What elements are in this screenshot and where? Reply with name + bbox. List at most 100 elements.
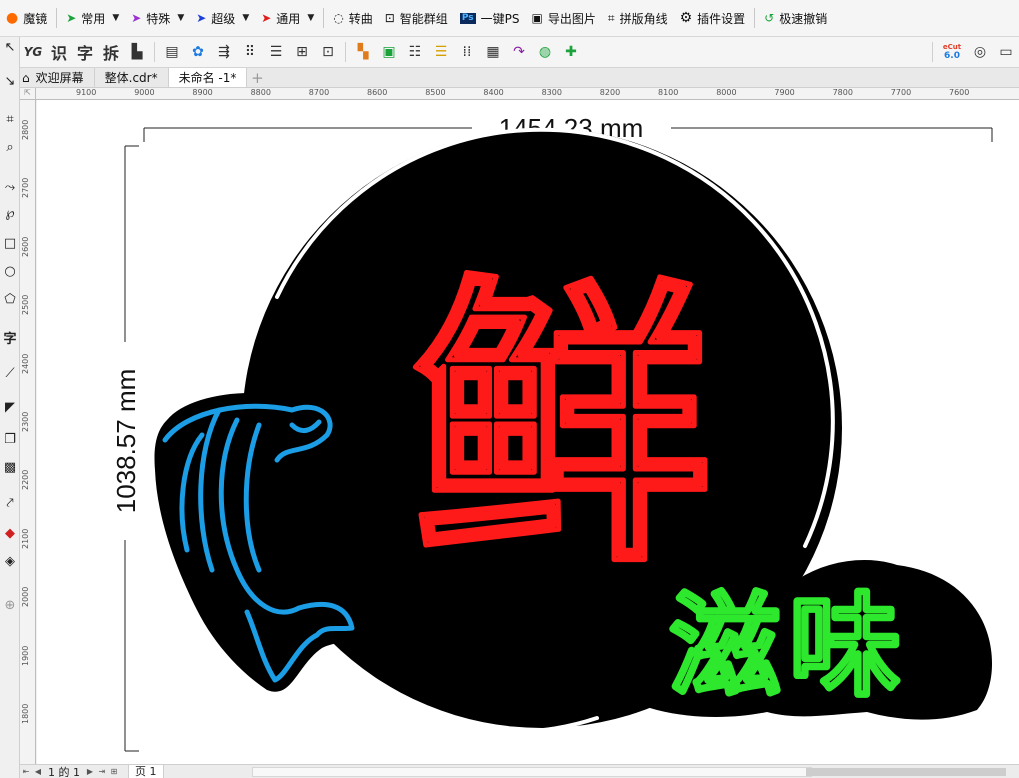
ecut-badge-icon[interactable]: eCut 6.0 <box>939 41 965 63</box>
crop-tool-icon[interactable]: ⌗ <box>0 109 20 129</box>
blend-icon[interactable]: ↷ <box>508 41 530 63</box>
home-icon: ⌂ <box>22 70 30 85</box>
menu-mojing[interactable]: ● 魔镜 <box>0 0 53 36</box>
image-tool-icon[interactable]: ▣ <box>378 41 400 63</box>
ruler-tick-label: 2100 <box>21 528 30 549</box>
pattern-icon[interactable]: ▦ <box>482 41 504 63</box>
ruler-tick-label: 7900 <box>774 88 795 97</box>
zoom-tool-icon[interactable]: ⌕ <box>0 137 20 157</box>
first-page-icon[interactable]: ⇤ <box>20 767 32 776</box>
ruler-corner[interactable]: ⇱ <box>20 88 36 100</box>
menu-label: 导出图片 <box>547 11 596 26</box>
shape-tool-icon[interactable]: ↘ <box>0 71 20 91</box>
text-align-icon[interactable]: ☷ <box>404 41 426 63</box>
polygon-tool-icon[interactable]: ⬠ <box>0 289 20 309</box>
neon-main-character[interactable]: 鲜 <box>410 250 715 604</box>
window-icon[interactable]: ▭ <box>995 41 1017 63</box>
weld-icon[interactable]: ✿ <box>187 41 209 63</box>
tab-welcome[interactable]: ⌂ 欢迎屏幕 <box>18 68 95 87</box>
freehand-tool-icon[interactable]: ⤳ <box>0 177 20 197</box>
menu-plugin-settings[interactable]: ⚙ 插件设置 <box>674 0 752 36</box>
toolbox: ↖ ↘ ⌗ ⌕ ⤳ ℘ □ ○ ⬠ 字 ⟋ ◤ ❐ ▩ ⤤ ◆ ◈ ⊕ <box>0 37 20 778</box>
menu-export-image[interactable]: ▣ 导出图片 <box>525 0 601 36</box>
plugin-icon[interactable]: ◎ <box>969 41 991 63</box>
green-arrow-icon: ➤ <box>66 11 77 25</box>
ruler-tick-label: 1800 <box>21 703 30 724</box>
arrange-icon[interactable]: ⊞ <box>291 41 313 63</box>
align-icon[interactable]: ⠿ <box>239 41 261 63</box>
menu-changyong[interactable]: ➤ 常用 ▼ <box>60 0 125 36</box>
ruler-tick-label: 2300 <box>21 411 30 432</box>
menu-label: 拼版角线 <box>619 11 668 26</box>
page-navigation-bar: ⇤ ◀ 1 的 1 ▶ ⇥ ⊞ 页 1 <box>20 764 1019 778</box>
list-icon[interactable]: ☰ <box>430 41 452 63</box>
drawing-canvas[interactable]: 1454.23 mm 1038.57 mm 鲜 滋味 <box>37 100 1019 764</box>
menu-yijian-ps[interactable]: Ps 一键PS <box>454 0 526 36</box>
menu-zhuanqu[interactable]: ◌ 转曲 <box>327 0 379 36</box>
text-tool-icon[interactable]: 字 <box>0 327 20 347</box>
transparency-tool-icon[interactable]: ▩ <box>0 457 20 477</box>
pick-tool-icon[interactable]: ↖ <box>0 37 20 57</box>
scrollbar-thumb[interactable] <box>806 768 1006 776</box>
menu-label: 特殊 <box>146 11 171 26</box>
split-tool-button[interactable]: 拆 <box>100 41 122 63</box>
menu-label: 插件设置 <box>697 11 746 26</box>
yg-tool-button[interactable]: YG <box>22 41 44 63</box>
horizontal-scrollbar[interactable] <box>252 767 812 777</box>
artistic-media-icon[interactable]: ℘ <box>0 203 20 223</box>
grid-icon[interactable]: ⁞⁞ <box>456 41 478 63</box>
menu-teshu[interactable]: ➤ 特殊 ▼ <box>125 0 190 36</box>
menu-crop-marks[interactable]: ⌗ 拼版角线 <box>602 0 674 36</box>
tab-untitled[interactable]: 未命名 -1* <box>168 68 248 87</box>
recognize-text-button[interactable]: 识 <box>48 41 70 63</box>
menu-smart-group[interactable]: ⊡ 智能群组 <box>379 0 454 36</box>
ruler-tick-label: 9000 <box>134 88 155 97</box>
height-dimension[interactable]: 1038.57 mm <box>111 145 141 752</box>
distribute-icon[interactable]: ⇶ <box>213 41 235 63</box>
height-dimension-label: 1038.57 mm <box>111 369 141 514</box>
next-page-icon[interactable]: ▶ <box>84 767 96 776</box>
add-tab-icon[interactable]: + <box>247 68 267 87</box>
chevron-down-icon[interactable]: ▼ <box>307 13 314 23</box>
horizontal-ruler[interactable]: 9100 9000 8900 8800 8700 8600 8500 8400 8300 8200… <box>36 88 1019 100</box>
color-blocks-icon[interactable]: ▚ <box>352 41 374 63</box>
shadow-tool-icon[interactable]: ❐ <box>0 429 20 449</box>
line-tool-icon[interactable]: ⟋ <box>0 363 20 383</box>
select-similar-icon[interactable]: ⊡ <box>317 41 339 63</box>
add-page-icon[interactable]: ⊞ <box>108 767 120 776</box>
menu-fast-undo[interactable]: ↺ 极速撤销 <box>758 0 833 36</box>
ruler-tick-label: 8400 <box>483 88 504 97</box>
interactive-tool-icon[interactable]: ◤ <box>0 397 20 417</box>
undo-icon: ↺ <box>764 11 775 25</box>
ruler-tick-label: 8300 <box>541 88 562 97</box>
fill-tool-icon[interactable]: ◆ <box>0 523 20 543</box>
ruler-tick-label: 8600 <box>367 88 388 97</box>
prev-page-icon[interactable]: ◀ <box>32 767 44 776</box>
add-tool-icon[interactable]: ⊕ <box>0 595 20 615</box>
neon-sub-text[interactable]: 滋味 <box>667 580 909 714</box>
chevron-down-icon[interactable]: ▼ <box>177 13 184 23</box>
mojing-logo-icon: ● <box>6 10 19 26</box>
smart-group-icon: ⊡ <box>384 11 395 25</box>
page-tab[interactable]: 页 1 <box>128 764 164 778</box>
chevron-down-icon[interactable]: ▼ <box>242 13 249 23</box>
text-tool-button[interactable]: 字 <box>74 41 96 63</box>
chevron-down-icon[interactable]: ▼ <box>112 13 119 23</box>
menu-chaoji[interactable]: ➤ 超级 ▼ <box>190 0 255 36</box>
ruler-tick-label: 2500 <box>21 294 30 316</box>
ellipse-tool-icon[interactable]: ○ <box>0 261 20 281</box>
spacing-icon[interactable]: ☰ <box>265 41 287 63</box>
outline-icon[interactable]: ◍ <box>534 41 556 63</box>
document-icon[interactable]: ▙ <box>126 41 148 63</box>
rectangle-tool-icon[interactable]: □ <box>0 233 20 253</box>
tab-zhengti[interactable]: 整体.cdr* <box>95 68 169 87</box>
eyedropper-tool-icon[interactable]: ⤤ <box>0 493 20 513</box>
ruler-tick-label: 8800 <box>250 88 271 97</box>
blue-arrow-icon: ➤ <box>196 11 207 25</box>
vertical-ruler[interactable]: 2800 2700 2600 2500 2400 2300 2200 2100 2000 1900… <box>20 100 36 766</box>
table-icon[interactable]: ▤ <box>161 41 183 63</box>
smart-fill-icon[interactable]: ◈ <box>0 551 20 571</box>
last-page-icon[interactable]: ⇥ <box>96 767 108 776</box>
puzzle-icon[interactable]: ✚ <box>560 41 582 63</box>
menu-tongyong[interactable]: ➤ 通用 ▼ <box>255 0 320 36</box>
